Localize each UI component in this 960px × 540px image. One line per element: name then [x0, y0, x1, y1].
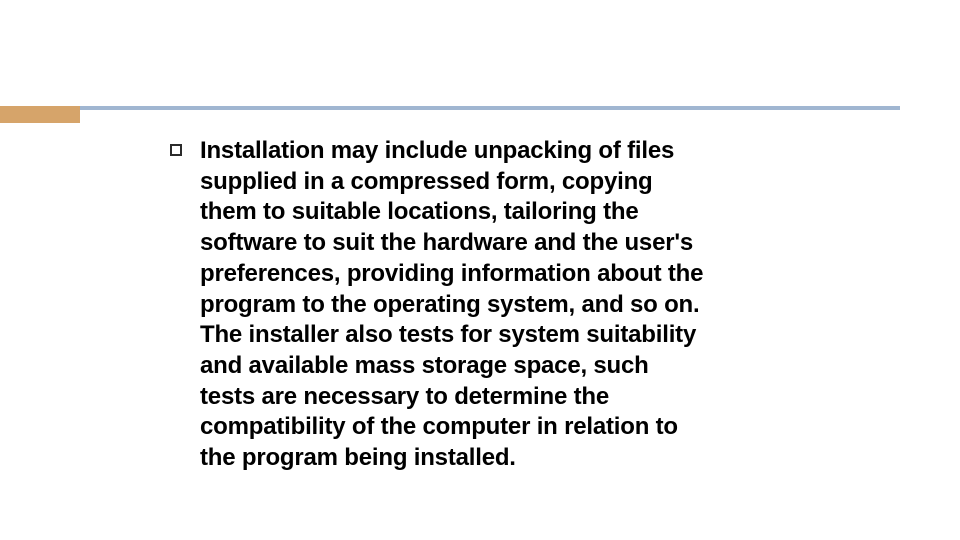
- horizontal-rule: [80, 106, 900, 110]
- accent-bar: [0, 106, 80, 123]
- paragraph-text: Installation may include unpacking of fi…: [200, 136, 710, 474]
- list-item: Installation may include unpacking of fi…: [170, 136, 710, 474]
- slide: Installation may include unpacking of fi…: [0, 0, 960, 540]
- content-block: Installation may include unpacking of fi…: [170, 136, 710, 474]
- square-bullet-icon: [170, 144, 182, 156]
